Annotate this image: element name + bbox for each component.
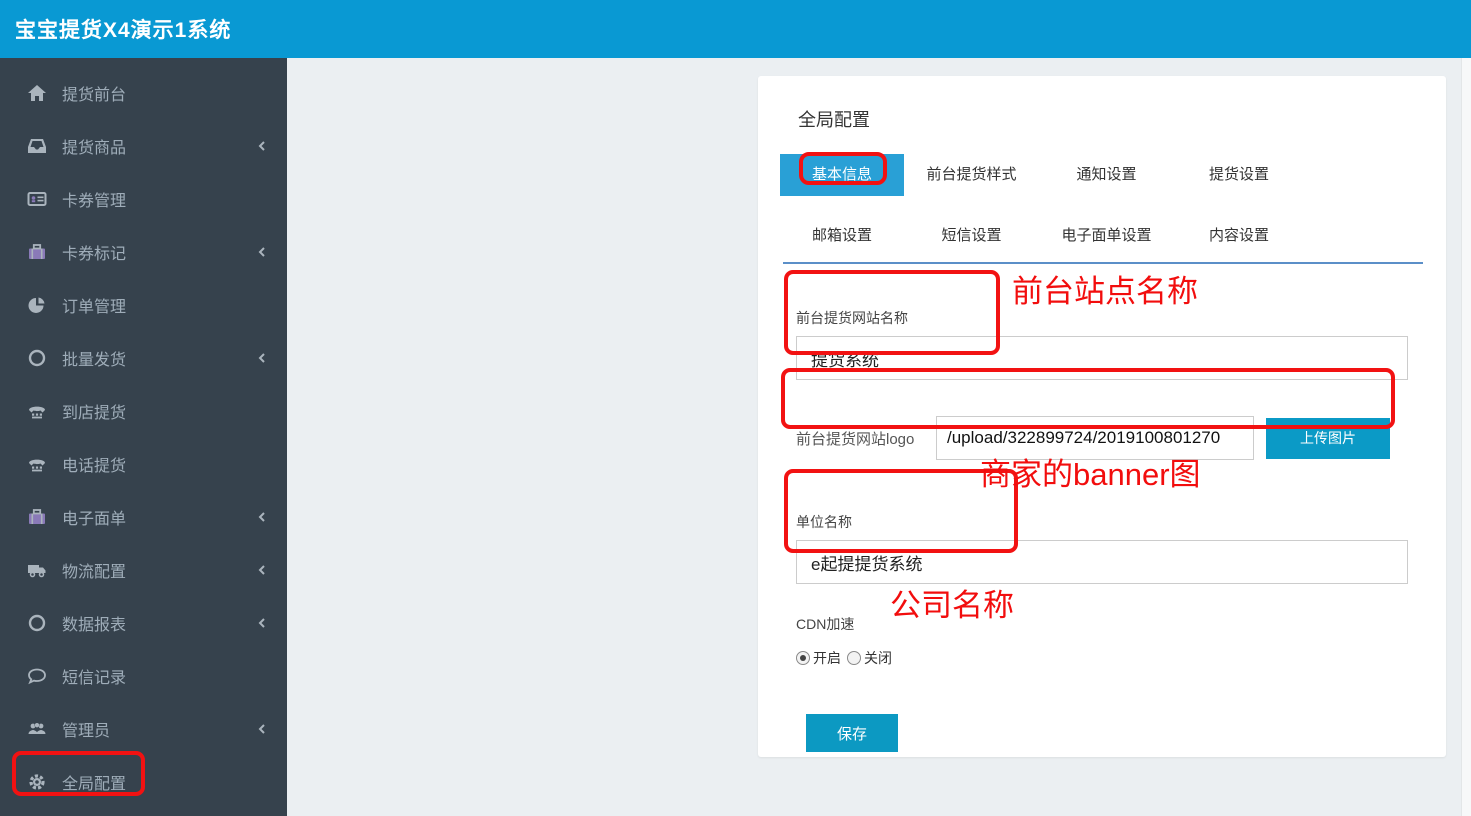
tab-email-settings[interactable]: 邮箱设置	[780, 218, 904, 254]
tabs-row-1: 基本信息 前台提货样式 通知设置 提货设置	[780, 154, 1446, 196]
tab-underline	[783, 262, 1423, 264]
tab-basic-info[interactable]: 基本信息	[780, 154, 904, 196]
scrollbar-track[interactable]	[1461, 58, 1471, 816]
upload-image-button[interactable]: 上传图片	[1266, 417, 1390, 459]
site-name-input[interactable]	[796, 336, 1408, 380]
phone-icon	[29, 406, 45, 418]
sidebar-item-label: 管理员	[62, 722, 111, 740]
sidebar-item-label: 电话提货	[62, 457, 127, 475]
page-title: 全局配置	[798, 110, 870, 130]
id-card-icon	[27, 191, 47, 206]
phone-icon	[29, 459, 45, 471]
sidebar-item-label: 物流配置	[62, 563, 127, 581]
truck-icon	[28, 564, 46, 577]
chevron-left-icon	[258, 352, 265, 363]
sidebar-item-batch-ship[interactable]: 批量发货	[0, 331, 287, 384]
sidebar-item-eorder[interactable]: 电子面单	[0, 490, 287, 543]
sidebar-item-order-manage[interactable]: 订单管理	[0, 278, 287, 331]
site-name-label: 前台提货网站名称	[796, 310, 908, 326]
company-name-label: 单位名称	[796, 514, 852, 530]
chevron-left-icon	[258, 511, 265, 522]
sidebar-item-sms-records[interactable]: 短信记录	[0, 649, 287, 702]
sidebar-item-admin[interactable]: 管理员	[0, 702, 287, 755]
circle-icon	[28, 349, 46, 366]
sidebar: 提货前台 提货商品 卡券管理 卡券标记 订单管理 批量发货 到店提货 电话提货 …	[0, 58, 287, 816]
global-config-panel: 全局配置 基本信息 前台提货样式 通知设置 提货设置 邮箱设置 短信设置 电子面…	[758, 76, 1446, 757]
logo-label: 前台提货网站logo	[796, 430, 915, 448]
sidebar-item-label: 电子面单	[62, 510, 127, 528]
cdn-label: CDN加速	[796, 616, 855, 632]
sidebar-item-label: 批量发货	[62, 351, 127, 369]
radio-unchecked-icon[interactable]	[847, 651, 861, 665]
tab-content-settings[interactable]: 内容设置	[1174, 218, 1304, 254]
topbar: 宝宝提货X4演示1系统	[0, 0, 1471, 58]
circle-icon	[28, 614, 46, 631]
cdn-on-option[interactable]: 开启	[796, 648, 841, 668]
pie-chart-icon	[28, 297, 45, 313]
comment-icon	[28, 668, 46, 684]
app-root: 宝宝提货X4演示1系统 提货前台 提货商品 卡券管理 卡券标记 订单管理 批量发…	[0, 0, 1471, 816]
basic-info-form: 前台提货网站名称 前台提货网站logo 上传图片 单位名称 CDN加速 开启 关…	[758, 308, 1446, 752]
tab-eorder-settings[interactable]: 电子面单设置	[1039, 218, 1174, 254]
sidebar-item-card-manage[interactable]: 卡券管理	[0, 172, 287, 225]
chevron-left-icon	[258, 246, 265, 257]
logo-path-input[interactable]	[936, 416, 1254, 460]
company-name-input[interactable]	[796, 540, 1408, 584]
chevron-left-icon	[258, 617, 265, 628]
cdn-radio-group: 开启 关闭	[796, 648, 1408, 668]
sidebar-item-pickup-front[interactable]: 提货前台	[0, 66, 287, 119]
sidebar-item-label: 卡券管理	[62, 192, 127, 210]
sidebar-item-reports[interactable]: 数据报表	[0, 596, 287, 649]
app-title: 宝宝提货X4演示1系统	[15, 19, 232, 42]
chevron-left-icon	[258, 723, 265, 734]
sidebar-item-global-config[interactable]: 全局配置	[0, 755, 287, 808]
radio-checked-icon[interactable]	[796, 651, 810, 665]
save-button[interactable]: 保存	[806, 714, 898, 752]
cdn-off-label: 关闭	[864, 650, 892, 666]
tab-front-style[interactable]: 前台提货样式	[904, 154, 1039, 196]
sidebar-item-label: 全局配置	[62, 775, 127, 793]
sidebar-item-phone-pickup[interactable]: 电话提货	[0, 437, 287, 490]
sidebar-item-logistics[interactable]: 物流配置	[0, 543, 287, 596]
cdn-off-option[interactable]: 关闭	[847, 648, 892, 668]
sidebar-item-store-pickup[interactable]: 到店提货	[0, 384, 287, 437]
chevron-left-icon	[258, 140, 265, 151]
sidebar-item-label: 订单管理	[62, 298, 127, 316]
inbox-icon	[28, 138, 46, 153]
sidebar-item-card-mark[interactable]: 卡券标记	[0, 225, 287, 278]
gear-icon	[29, 773, 45, 790]
tab-notify-settings[interactable]: 通知设置	[1039, 154, 1174, 196]
tabs-row-2: 邮箱设置 短信设置 电子面单设置 内容设置	[780, 218, 1446, 254]
tab-pickup-settings[interactable]: 提货设置	[1174, 154, 1304, 196]
sidebar-item-label: 卡券标记	[62, 245, 127, 263]
cdn-on-label: 开启	[813, 650, 841, 666]
sidebar-item-label: 数据报表	[62, 616, 127, 634]
tab-sms-settings[interactable]: 短信设置	[904, 218, 1039, 254]
home-icon	[28, 84, 46, 101]
chevron-left-icon	[258, 564, 265, 575]
sidebar-item-label: 到店提货	[62, 404, 127, 422]
logo-row: 前台提货网站logo 上传图片	[796, 416, 1408, 460]
briefcase-icon	[29, 243, 45, 259]
sidebar-item-pickup-goods[interactable]: 提货商品	[0, 119, 287, 172]
users-icon	[28, 721, 46, 734]
sidebar-item-label: 提货前台	[62, 86, 127, 104]
sidebar-item-label: 提货商品	[62, 139, 127, 157]
sidebar-item-label: 短信记录	[62, 669, 127, 687]
briefcase-icon	[29, 508, 45, 524]
